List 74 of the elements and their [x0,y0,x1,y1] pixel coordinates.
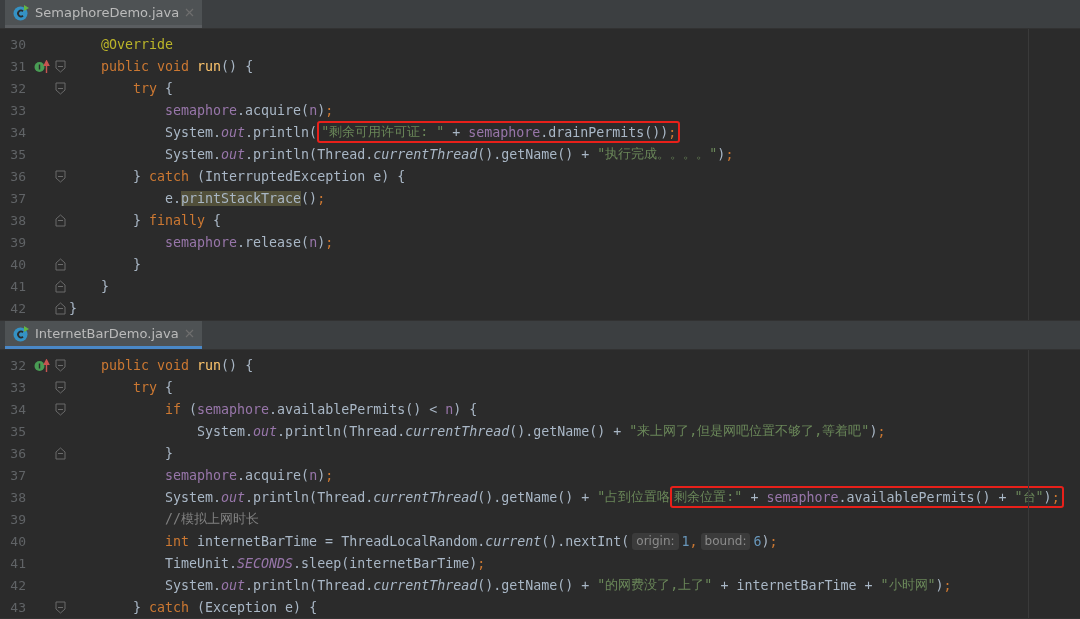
line-number: 30 [9,36,26,52]
line-number: 41 [9,278,26,294]
code-text: semaphore.acquire(n); [165,101,334,119]
fold-icon[interactable] [54,358,67,372]
code-text: try { [133,378,174,396]
line-number: 39 [9,511,26,527]
fold-icon[interactable] [54,169,67,183]
fold-icon[interactable] [54,600,67,614]
line-number: 35 [9,423,26,439]
line-number: 32 [9,80,26,96]
line-number: 37 [9,190,26,206]
code-text: 6); [753,532,778,550]
code-text: if (semaphore.availablePermits() < n) { [165,400,478,418]
line-number: 33 [9,102,26,118]
fold-icon[interactable] [54,380,67,394]
fold-icon[interactable] [54,402,67,416]
code-text: @Override [101,35,174,53]
line-number: 42 [9,577,26,593]
code-text: System.out.println(Thread.currentThread().getName() + "占到位置咯 [165,488,671,506]
code-text: semaphore.acquire(n); [165,466,334,484]
code-text: System.out.println( [165,123,318,141]
code-text: public void run() { [101,356,254,374]
code-text: } catch (InterruptedException e) { [133,167,406,185]
fold-icon[interactable] [54,279,67,293]
line-number: 40 [9,533,26,549]
code-text: 1, [681,532,698,550]
fold-icon[interactable] [54,257,67,271]
close-icon[interactable] [184,329,194,338]
line-number: 36 [9,445,26,461]
close-icon[interactable] [185,8,195,17]
code-text: } finally { [133,211,222,229]
fold-icon[interactable] [54,59,67,73]
line-number: 31 [9,58,26,74]
line-number: 34 [9,401,26,417]
line-number: 42 [9,300,26,316]
code-text: } [101,277,109,295]
line-number: 35 [9,146,26,162]
code-text: semaphore.release(n); [165,233,334,251]
code-text: System.out.println(Thread.currentThread().getName() + "来上网了,但是网吧位置不够了,等着吧"); [197,422,886,440]
line-number: 32 [9,357,26,373]
class-file-icon [13,325,29,342]
line-number: 38 [9,489,26,505]
parameter-hint: origin: [632,532,679,550]
line-number: 43 [9,599,26,615]
line-number: 41 [9,555,26,571]
fold-icon[interactable] [54,81,67,95]
line-number: 33 [9,379,26,395]
code-text: public void run() { [101,57,254,75]
parameter-hint: bound: [700,532,751,550]
line-number: 38 [9,212,26,228]
circle-arrow-icon[interactable] [34,59,50,73]
fold-icon[interactable] [54,213,67,227]
code-text: System.out.println(Thread.currentThread().getName() + "执行完成。。。。"); [165,145,734,163]
highlighted-code: "剩余可用许可证: " + semaphore.drainPermits()); [317,121,681,143]
code-text: int internetBarTime = ThreadLocalRandom.current().nextInt( [165,532,630,550]
line-number: 36 [9,168,26,184]
code-text: //模拟上网时长 [165,510,259,528]
code-text: } [69,299,77,317]
line-number: 39 [9,234,26,250]
code-text: } [165,444,173,462]
line-number: 40 [9,256,26,272]
code-text: TimeUnit.SECONDS.sleep(internetBarTime); [165,554,486,572]
file-tab[interactable]: SemaphoreDemo.java [5,0,203,28]
code-text: try { [133,79,174,97]
code-text: } [133,255,141,273]
file-tab[interactable]: InternetBarDemo.java [5,321,202,349]
line-number: 37 [9,467,26,483]
fold-icon[interactable] [54,301,67,315]
line-number: 34 [9,124,26,140]
code-text: System.out.println(Thread.currentThread().getName() + "的网费没了,上了" + internetBarTime + "小时网"); [165,576,952,594]
fold-icon[interactable] [54,446,67,460]
class-file-icon [13,4,29,21]
circle-arrow-icon[interactable] [34,358,50,372]
code-text: } catch (Exception e) { [133,598,318,616]
